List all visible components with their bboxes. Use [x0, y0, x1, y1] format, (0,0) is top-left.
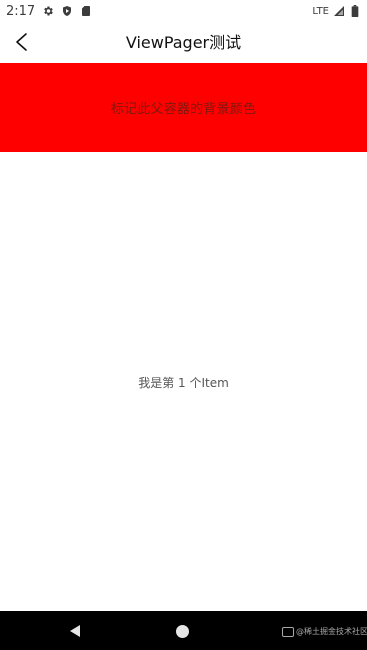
triangle-back-icon[interactable] — [68, 624, 82, 638]
toolbar: ViewPager测试 — [0, 22, 367, 63]
view-pager[interactable]: 我是第 1 个Item — [0, 152, 367, 611]
signal-icon — [333, 5, 345, 17]
parent-header-text: 标记此父容器的背景颜色 — [110, 102, 257, 117]
shield-play-icon — [61, 5, 73, 17]
status-time: 2:17 — [6, 3, 36, 19]
status-bar: 2:17 LTE — [0, 0, 367, 22]
battery-icon — [349, 5, 361, 17]
circle-home-icon[interactable] — [176, 625, 189, 638]
juejin-logo-icon — [282, 626, 294, 637]
status-right: LTE — [312, 5, 367, 17]
sd-card-icon — [80, 5, 92, 17]
status-left: 2:17 — [0, 4, 92, 19]
parent-container-header: 标记此父容器的背景颜色 — [0, 63, 367, 152]
network-type: LTE — [312, 5, 329, 17]
watermark-text: @稀土掘金技术社区 — [296, 627, 367, 636]
page-title: ViewPager测试 — [125, 33, 242, 52]
settings-icon — [42, 5, 54, 17]
watermark: @稀土掘金技术社区 — [282, 626, 367, 637]
navigation-bar: @稀土掘金技术社区 — [0, 611, 367, 650]
pager-item-text: 我是第 1 个Item — [138, 376, 229, 390]
